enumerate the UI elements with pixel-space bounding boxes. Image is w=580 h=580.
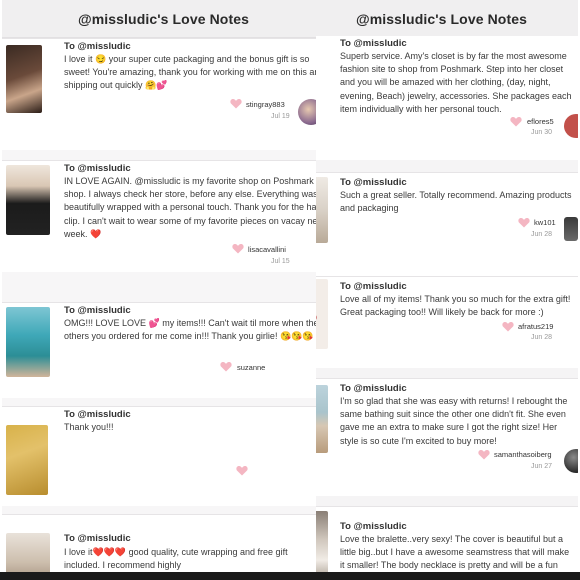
note-message: Love all of my items! Thank you so much … bbox=[340, 294, 571, 318]
note-date: Jun 28 bbox=[531, 231, 553, 238]
note-date: Jun 30 bbox=[531, 129, 553, 136]
love-note-card[interactable]: To @missludic I'm so glad that she was e… bbox=[316, 378, 578, 496]
note-username[interactable]: afratus219 bbox=[518, 322, 553, 331]
love-note-card[interactable]: To @missludic Love the bralette..very se… bbox=[316, 506, 578, 580]
love-note-card[interactable]: To @missludic Such a great seller. Total… bbox=[316, 172, 578, 276]
listing-photo[interactable] bbox=[6, 165, 50, 235]
user-avatar[interactable] bbox=[564, 114, 578, 138]
love-note-card[interactable]: To @missludic Love all of my items! Than… bbox=[316, 276, 578, 368]
note-recipient: To @missludic bbox=[340, 383, 407, 394]
note-message: IN LOVE AGAIN. @missludic is my favorite… bbox=[64, 176, 325, 239]
user-avatar[interactable] bbox=[564, 217, 578, 241]
note-message: OMG!!! LOVE LOVE 💕 my items!!! Can't wai… bbox=[64, 318, 319, 342]
listing-photo[interactable] bbox=[6, 307, 50, 377]
note-message: Such a great seller. Totally recommend. … bbox=[340, 190, 572, 214]
note-recipient: To @missludic bbox=[64, 533, 131, 544]
note-recipient: To @missludic bbox=[340, 521, 407, 532]
heart-icon[interactable] bbox=[230, 98, 242, 109]
note-date: Jun 28 bbox=[531, 334, 553, 341]
note-message: I'm so glad that she was easy with retur… bbox=[340, 396, 568, 446]
note-username[interactable]: eflores5 bbox=[527, 117, 554, 126]
heart-icon[interactable] bbox=[478, 449, 490, 460]
panel-header: @missludic's Love Notes bbox=[2, 0, 330, 38]
love-note-card[interactable]: To @missludic I love it 😏 your super cut… bbox=[2, 38, 330, 150]
note-username[interactable]: lisacavallini bbox=[248, 245, 286, 254]
note-recipient: To @missludic bbox=[340, 38, 407, 49]
heart-icon[interactable] bbox=[502, 321, 514, 332]
note-recipient: To @missludic bbox=[64, 163, 131, 174]
note-username[interactable]: suzanne bbox=[237, 363, 265, 372]
listing-photo[interactable] bbox=[316, 385, 328, 453]
note-date: Jul 15 bbox=[271, 258, 290, 265]
note-date: Jun 27 bbox=[531, 463, 553, 470]
love-note-card[interactable]: To @missludic Thank you!!! bbox=[2, 406, 330, 506]
note-username[interactable]: stingray883 bbox=[246, 100, 285, 109]
screenshot-collage: @missludic's Love Notes To @missludic I … bbox=[0, 0, 580, 580]
listing-photo[interactable] bbox=[6, 425, 48, 495]
love-note-card[interactable]: To @missludic I love it❤️❤️❤️ good quali… bbox=[2, 514, 330, 580]
note-username[interactable]: samanthasoiberg bbox=[494, 450, 552, 459]
user-avatar[interactable] bbox=[564, 449, 578, 473]
note-recipient: To @missludic bbox=[64, 41, 131, 52]
note-date: Jul 19 bbox=[271, 113, 290, 120]
love-notes-panel-left: @missludic's Love Notes To @missludic I … bbox=[2, 0, 330, 580]
love-notes-panel-right: @missludic's Love Notes To @missludic Su… bbox=[316, 0, 578, 580]
panel-title: @missludic's Love Notes bbox=[78, 10, 249, 27]
note-message: I love it❤️❤️❤️ good quality, cute wrapp… bbox=[64, 547, 288, 571]
listing-photo[interactable] bbox=[316, 177, 328, 243]
note-recipient: To @missludic bbox=[64, 409, 131, 420]
love-note-card[interactable]: To @missludic Superb service. Amy's clos… bbox=[316, 36, 578, 160]
note-message: Superb service. Amy's closet is by far t… bbox=[340, 51, 572, 114]
note-recipient: To @missludic bbox=[340, 281, 407, 292]
note-message: Thank you!!! bbox=[64, 422, 114, 432]
heart-icon[interactable] bbox=[220, 361, 232, 372]
love-note-card[interactable]: To @missludic IN LOVE AGAIN. @missludic … bbox=[2, 160, 330, 272]
listing-photo[interactable] bbox=[316, 279, 328, 349]
note-username[interactable]: kw101 bbox=[534, 218, 556, 227]
love-note-card[interactable]: To @missludic OMG!!! LOVE LOVE 💕 my item… bbox=[2, 302, 330, 398]
panel-title: @missludic's Love Notes bbox=[356, 10, 527, 27]
panel-header: @missludic's Love Notes bbox=[316, 0, 578, 38]
listing-photo[interactable] bbox=[316, 511, 328, 580]
heart-icon[interactable] bbox=[518, 217, 530, 228]
heart-icon[interactable] bbox=[510, 116, 522, 127]
listing-photo[interactable] bbox=[6, 45, 42, 113]
note-message: I love it 😏 your super cute packaging an… bbox=[64, 54, 325, 91]
heart-icon[interactable] bbox=[236, 465, 248, 476]
note-recipient: To @missludic bbox=[340, 177, 407, 188]
bottom-bar bbox=[0, 572, 580, 580]
heart-icon[interactable] bbox=[232, 243, 244, 254]
note-recipient: To @missludic bbox=[64, 305, 131, 316]
